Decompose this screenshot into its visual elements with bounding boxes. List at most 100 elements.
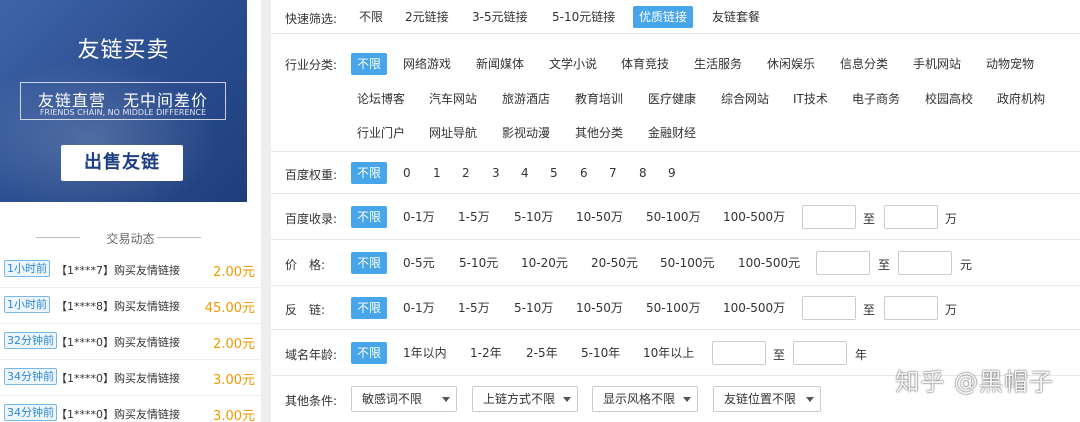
filter-row-price: 价 格: 不限 0-5元 5-10元 10-20元 20-50元 50-100元… (271, 240, 1080, 286)
indexed-option[interactable]: 100-500万 (723, 206, 785, 228)
link-method-select[interactable]: 上链方式不限 (472, 386, 578, 412)
trade-text: 【1****0】购买友情链接 (56, 372, 180, 385)
divider-line (157, 237, 201, 238)
industry-option[interactable]: 体育竞技 (621, 53, 669, 75)
industry-option[interactable]: 论坛博客 (357, 88, 405, 110)
industry-option[interactable]: 影视动漫 (502, 122, 550, 144)
domain-age-min-input[interactable] (712, 341, 766, 365)
indexed-max-input[interactable] (884, 205, 938, 229)
backlinks-option[interactable]: 100-500万 (723, 297, 785, 319)
indexed-option[interactable]: 50-100万 (646, 206, 701, 228)
domain-age-option[interactable]: 1年以内 (403, 342, 447, 364)
banner-subtitle-en: FRIENDS CHAIN, NO MIDDLE DIFFERENCE (39, 108, 207, 117)
left-column: 友链买卖 友链直营 无中间差价 FRIENDS CHAIN, NO MIDDLE… (0, 0, 261, 422)
weight-option[interactable]: 6 (580, 162, 588, 184)
caret-down-icon (442, 397, 450, 402)
industry-option[interactable]: 生活服务 (694, 53, 742, 75)
price-option[interactable]: 0-5元 (403, 252, 435, 274)
quick-option[interactable]: 3-5元链接 (472, 6, 528, 28)
indexed-option[interactable]: 1-5万 (458, 206, 490, 228)
weight-option[interactable]: 4 (521, 162, 529, 184)
industry-option[interactable]: 网址导航 (429, 122, 477, 144)
indexed-min-input[interactable] (802, 205, 856, 229)
price-max-input[interactable] (898, 251, 952, 275)
quick-option[interactable]: 5-10元链接 (552, 6, 615, 28)
range-to: 至 (878, 258, 891, 272)
price-option[interactable]: 20-50元 (591, 252, 638, 274)
trade-row: 34分钟前 【1****0】购买友情链接 3.00元 (0, 396, 261, 422)
weight-option[interactable]: 5 (550, 162, 558, 184)
indexed-option[interactable]: 5-10万 (514, 206, 553, 228)
quick-option-selected[interactable]: 优质链接 (633, 6, 694, 28)
industry-option[interactable]: 网络游戏 (403, 53, 451, 75)
industry-option[interactable]: IT技术 (793, 88, 828, 110)
weight-option-selected[interactable]: 不限 (351, 162, 388, 184)
domain-age-option[interactable]: 10年以上 (643, 342, 694, 364)
price-option-selected[interactable]: 不限 (351, 252, 388, 274)
industry-option[interactable]: 其他分类 (575, 122, 623, 144)
industry-option[interactable]: 汽车网站 (429, 88, 477, 110)
industry-option-selected[interactable]: 不限 (351, 53, 388, 75)
domain-age-max-input[interactable] (793, 341, 847, 365)
weight-option[interactable]: 3 (492, 162, 500, 184)
quick-option[interactable]: 友链套餐 (712, 6, 760, 28)
weight-option[interactable]: 0 (403, 162, 411, 184)
industry-option[interactable]: 教育培训 (575, 88, 623, 110)
indexed-option-selected[interactable]: 不限 (351, 206, 388, 228)
indexed-option[interactable]: 0-1万 (403, 206, 435, 228)
price-option[interactable]: 10-20元 (521, 252, 568, 274)
domain-age-option[interactable]: 5-10年 (581, 342, 620, 364)
price-option[interactable]: 5-10元 (459, 252, 498, 274)
weight-option[interactable]: 2 (462, 162, 470, 184)
industry-option[interactable]: 信息分类 (840, 53, 888, 75)
display-style-select[interactable]: 显示风格不限 (592, 386, 698, 412)
industry-option[interactable]: 文学小说 (549, 53, 597, 75)
domain-age-option[interactable]: 1-2年 (470, 342, 502, 364)
weight-option[interactable]: 7 (609, 162, 617, 184)
industry-option[interactable]: 动物宠物 (986, 53, 1034, 75)
indexed-option[interactable]: 10-50万 (576, 206, 623, 228)
domain-age-option[interactable]: 2-5年 (526, 342, 558, 364)
industry-option[interactable]: 医疗健康 (648, 88, 696, 110)
industry-option[interactable]: 综合网站 (721, 88, 769, 110)
caret-down-icon (563, 397, 571, 402)
sensitive-word-select[interactable]: 敏感词不限 (351, 386, 457, 412)
column-divider (261, 0, 271, 422)
industry-option[interactable]: 休闲娱乐 (767, 53, 815, 75)
filter-label: 行业分类: (285, 58, 338, 72)
backlinks-min-input[interactable] (802, 296, 856, 320)
domain-age-option-selected[interactable]: 不限 (351, 342, 388, 364)
industry-option[interactable]: 行业门户 (357, 122, 405, 144)
backlinks-max-input[interactable] (884, 296, 938, 320)
filter-row-quick: 快速筛选: 不限 2元链接 3-5元链接 5-10元链接 优质链接 友链套餐 (271, 0, 1080, 34)
backlinks-option-selected[interactable]: 不限 (351, 297, 388, 319)
filter-label: 其他条件: (285, 394, 338, 408)
backlinks-option[interactable]: 50-100万 (646, 297, 701, 319)
industry-option[interactable]: 政府机构 (997, 88, 1045, 110)
backlinks-option[interactable]: 0-1万 (403, 297, 435, 319)
sell-link-button[interactable]: 出售友链 (61, 145, 183, 181)
quick-option[interactable]: 2元链接 (405, 6, 449, 28)
range-to: 至 (863, 212, 876, 226)
industry-option[interactable]: 旅游酒店 (502, 88, 550, 110)
backlinks-option[interactable]: 5-10万 (514, 297, 553, 319)
industry-option[interactable]: 电子商务 (852, 88, 900, 110)
backlinks-option[interactable]: 10-50万 (576, 297, 623, 319)
link-position-select[interactable]: 友链位置不限 (713, 386, 821, 412)
price-option[interactable]: 100-500元 (738, 252, 800, 274)
industry-option[interactable]: 新闻媒体 (476, 53, 524, 75)
weight-option[interactable]: 8 (639, 162, 647, 184)
industry-option[interactable]: 金融财经 (648, 122, 696, 144)
industry-option[interactable]: 手机网站 (913, 53, 961, 75)
weight-option[interactable]: 1 (433, 162, 441, 184)
promo-banner: 友链买卖 友链直营 无中间差价 FRIENDS CHAIN, NO MIDDLE… (0, 0, 247, 202)
backlinks-option[interactable]: 1-5万 (458, 297, 490, 319)
range-unit: 年 (855, 348, 868, 362)
price-option[interactable]: 50-100元 (660, 252, 715, 274)
select-value: 友链位置不限 (724, 392, 797, 406)
industry-option[interactable]: 校园高校 (925, 88, 973, 110)
weight-option[interactable]: 9 (668, 162, 676, 184)
price-min-input[interactable] (816, 251, 870, 275)
range-to: 至 (773, 348, 786, 362)
quick-option[interactable]: 不限 (359, 6, 383, 28)
